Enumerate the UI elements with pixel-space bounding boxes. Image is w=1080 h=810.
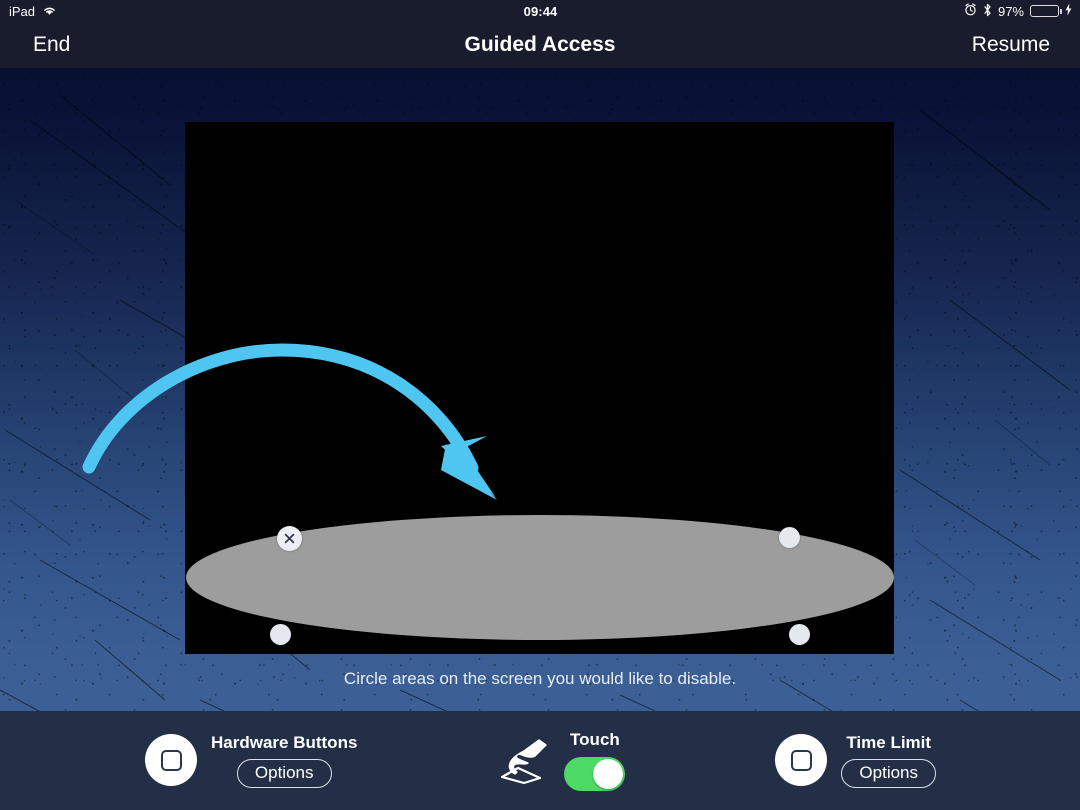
- rounded-square-icon: [160, 749, 182, 771]
- guided-access-screen: iPad 09:44 97% End Guided Access Resume …: [0, 0, 1080, 810]
- rounded-square-icon: [790, 749, 812, 771]
- status-bar: iPad 09:44 97%: [0, 0, 1080, 22]
- status-bar-clock: 09:44: [523, 3, 558, 19]
- guided-access-toolbar: Hardware Buttons Options Touch Time Limi…: [0, 711, 1080, 810]
- touch-stack: Touch: [564, 730, 626, 791]
- status-bar-right: 97%: [772, 3, 1080, 20]
- close-icon: [284, 533, 295, 544]
- bluetooth-icon: [983, 3, 992, 20]
- hardware-buttons-group: Hardware Buttons Options: [145, 733, 357, 788]
- hardware-buttons-label: Hardware Buttons: [211, 733, 358, 753]
- time-limit-group: Time Limit Options: [775, 733, 937, 788]
- time-limit-stack: Time Limit Options: [841, 733, 937, 788]
- hardware-buttons-toggle-button[interactable]: [145, 734, 197, 787]
- alarm-clock-icon: [964, 3, 977, 19]
- touch-group: Touch: [494, 730, 626, 791]
- lightning-bolt-icon: [1065, 3, 1072, 19]
- hardware-buttons-stack: Hardware Buttons Options: [211, 733, 357, 788]
- touch-label: Touch: [570, 730, 620, 749]
- ellipse-resize-handle-top-right[interactable]: [779, 527, 800, 548]
- toggle-knob: [593, 759, 624, 789]
- ellipse-close-handle[interactable]: [277, 526, 302, 551]
- touch-toggle-switch[interactable]: [564, 757, 626, 791]
- time-limit-options-button[interactable]: Options: [841, 759, 937, 788]
- device-label: iPad: [9, 3, 36, 19]
- battery-percent-label: 97%: [997, 3, 1024, 19]
- end-button[interactable]: End: [0, 33, 230, 57]
- wifi-icon: [42, 4, 57, 19]
- resume-button[interactable]: Resume: [850, 33, 1080, 57]
- hardware-buttons-options-button[interactable]: Options: [236, 759, 332, 788]
- status-bar-left: iPad: [0, 4, 309, 19]
- time-limit-label: Time Limit: [846, 733, 932, 753]
- page-title: Guided Access: [464, 33, 616, 56]
- time-limit-toggle-button[interactable]: [775, 734, 828, 787]
- ellipse-resize-handle-bottom-right[interactable]: [789, 624, 810, 645]
- hint-text: Circle areas on the screen you would lik…: [343, 669, 737, 688]
- navigation-bar: End Guided Access Resume: [0, 22, 1080, 68]
- battery-icon: [1030, 5, 1062, 17]
- hand-touch-icon: [494, 737, 550, 785]
- ellipse-resize-handle-bottom-left[interactable]: [270, 624, 291, 645]
